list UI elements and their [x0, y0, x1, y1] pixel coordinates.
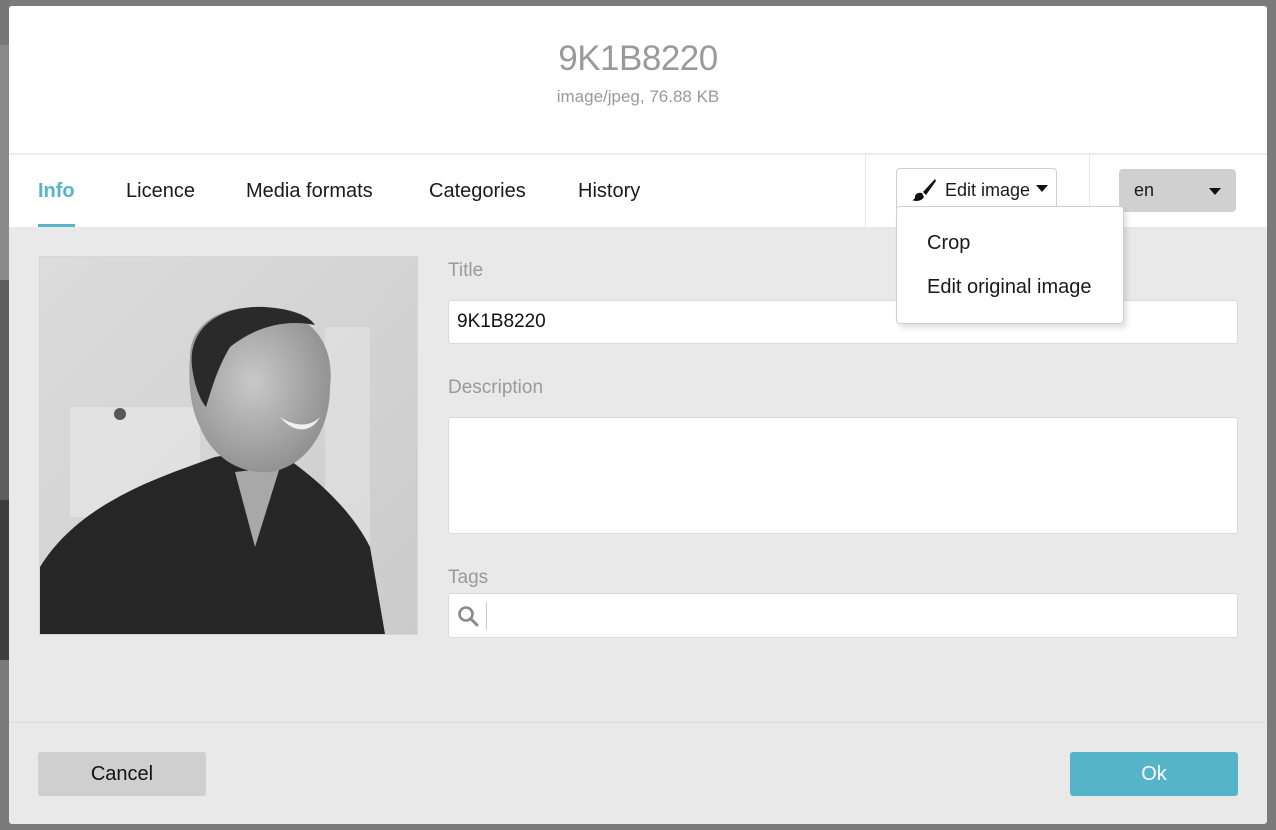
dialog-header: 9K1B8220 image/jpeg, 76.88 KB [9, 6, 1267, 155]
footer-divider [9, 722, 1267, 723]
paintbrush-icon [911, 178, 937, 202]
media-edit-dialog: 9K1B8220 image/jpeg, 76.88 KB Info Licen… [9, 6, 1267, 824]
description-textarea[interactable] [448, 417, 1238, 534]
edit-image-menu: Crop Edit original image [896, 206, 1124, 324]
media-file-info: image/jpeg, 76.88 KB [9, 87, 1267, 107]
title-label: Title [448, 260, 483, 282]
divider [865, 155, 866, 227]
caret-down-icon [1036, 185, 1048, 192]
menu-item-edit-original-image[interactable]: Edit original image [927, 276, 1092, 299]
tags-input[interactable] [448, 593, 1238, 638]
tab-categories[interactable]: Categories [429, 155, 526, 227]
portrait-photo [40, 257, 417, 634]
tab-history[interactable]: History [578, 155, 640, 227]
media-title: 9K1B8220 [9, 39, 1267, 79]
edit-image-label: Edit image [945, 180, 1030, 201]
tags-label: Tags [448, 567, 488, 589]
tab-info[interactable]: Info [38, 155, 75, 227]
tab-licence[interactable]: Licence [126, 155, 195, 227]
menu-item-crop[interactable]: Crop [927, 232, 970, 255]
description-label: Description [448, 377, 543, 399]
background-page [0, 0, 9, 830]
image-preview [39, 256, 418, 635]
cancel-button[interactable]: Cancel [38, 752, 206, 796]
language-value: en [1134, 180, 1154, 200]
caret-down-icon [1209, 188, 1221, 195]
language-select[interactable]: en [1119, 169, 1236, 212]
search-icon [457, 605, 479, 627]
text-cursor [486, 602, 487, 630]
ok-button[interactable]: Ok [1070, 752, 1238, 796]
tab-media-formats[interactable]: Media formats [246, 155, 373, 227]
